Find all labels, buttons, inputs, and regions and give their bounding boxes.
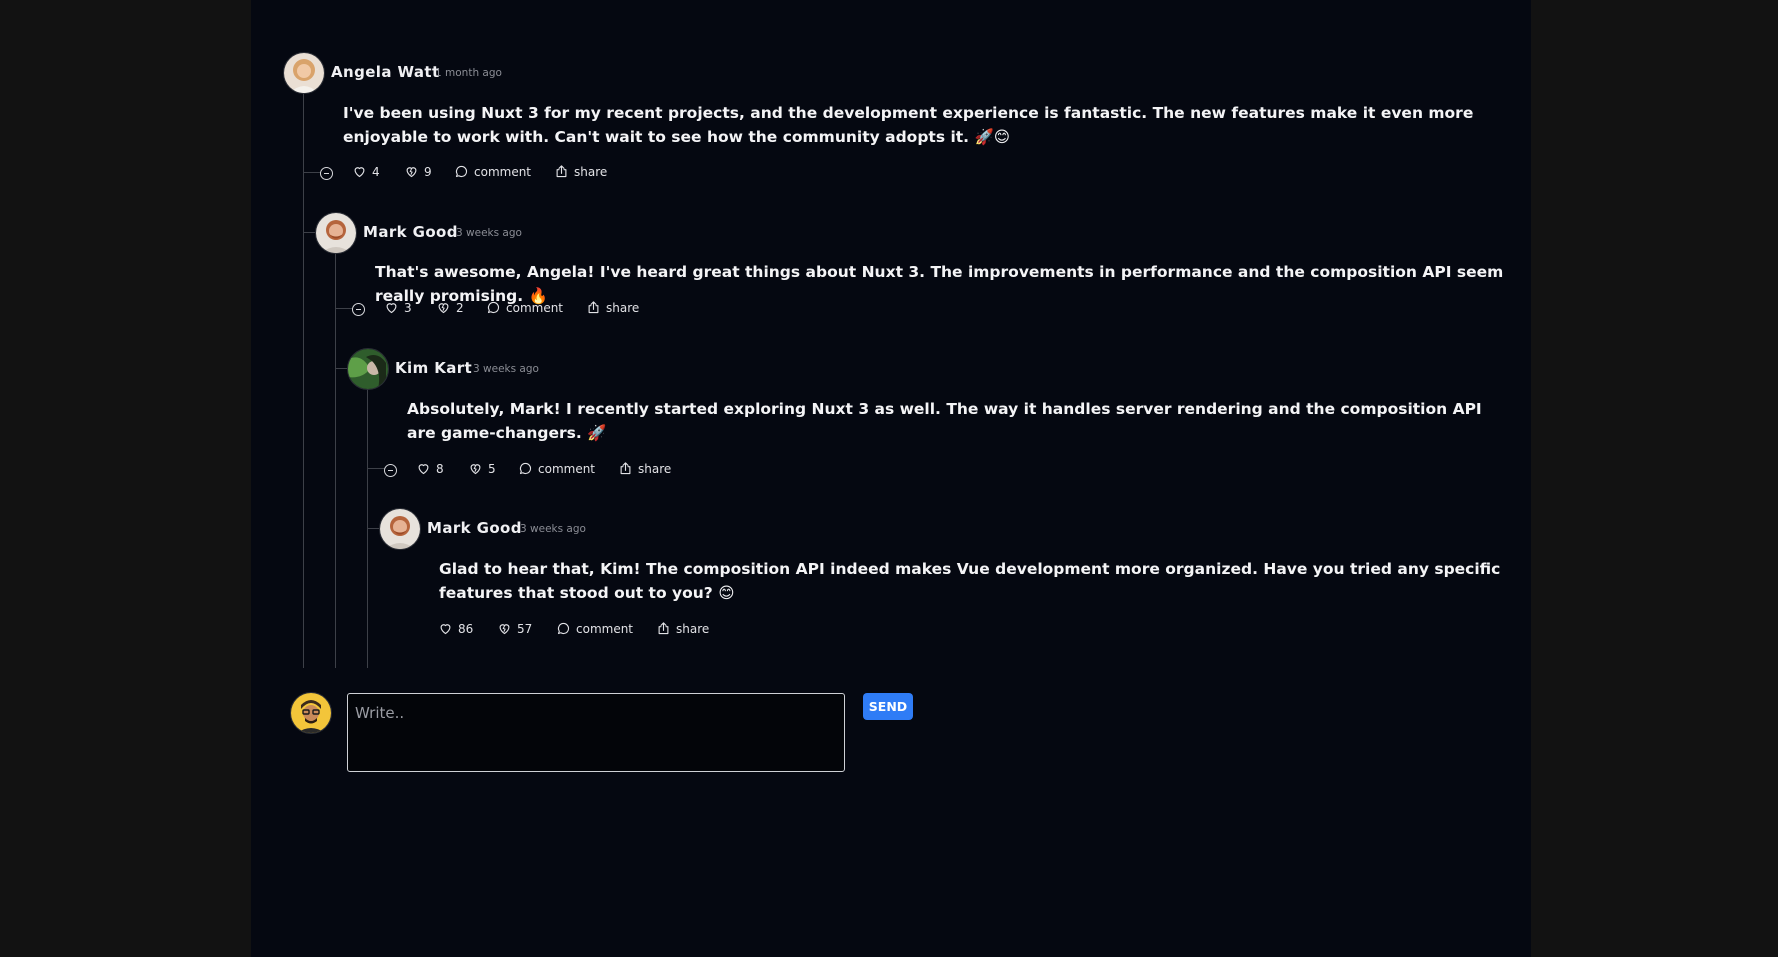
heart-icon	[354, 167, 365, 178]
dislike-button[interactable]: 2	[436, 300, 464, 315]
avatar[interactable]	[315, 212, 357, 254]
like-button[interactable]: 3	[384, 300, 412, 315]
speech-bubble-icon	[487, 301, 500, 314]
heart-crack-icon	[470, 464, 481, 475]
like-button[interactable]: 86	[438, 621, 473, 636]
collapse-minus-icon[interactable]	[320, 167, 333, 180]
send-button[interactable]: SEND	[863, 693, 913, 720]
avatar-mark-image	[316, 213, 356, 253]
dislike-count: 5	[488, 461, 496, 476]
dislike-button[interactable]: 9	[404, 164, 432, 179]
comment-time: 1 month ago	[435, 67, 502, 79]
heart-icon	[418, 464, 429, 475]
comment-label: comment	[474, 164, 532, 179]
avatar-kim-image	[348, 349, 388, 389]
speech-bubble-icon	[455, 165, 468, 178]
like-count: 8	[436, 461, 444, 476]
thread-line	[335, 252, 336, 668]
heart-icon	[440, 624, 451, 635]
comment-text: Absolutely, Mark! I recently started exp…	[407, 400, 1482, 442]
current-user-avatar[interactable]	[290, 692, 332, 734]
like-count: 3	[404, 300, 412, 315]
comment-label: comment	[538, 461, 596, 476]
dislike-count: 9	[424, 164, 432, 179]
share-icon	[620, 462, 631, 475]
thread-line	[303, 92, 304, 668]
dislike-count: 2	[456, 300, 464, 315]
share-label: share	[606, 300, 640, 315]
dislike-button[interactable]: 57	[497, 621, 532, 636]
comment-button[interactable]: comment	[454, 164, 531, 179]
share-label: share	[676, 621, 710, 636]
comment-text: Glad to hear that, Kim! The composition …	[439, 560, 1501, 602]
share-button[interactable]: share	[618, 461, 671, 476]
like-button[interactable]: 4	[352, 164, 380, 179]
share-button[interactable]: share	[656, 621, 709, 636]
heart-crack-icon	[438, 303, 449, 314]
avatar-current-user-image	[291, 693, 331, 733]
comment-time: 3 weeks ago	[473, 363, 539, 375]
comment-button[interactable]: comment	[556, 621, 633, 636]
comment-label: comment	[576, 621, 634, 636]
share-button[interactable]: share	[586, 300, 639, 315]
like-button[interactable]: 8	[416, 461, 444, 476]
avatar[interactable]	[347, 348, 389, 390]
dislike-count: 57	[517, 621, 533, 636]
comment-text: I've been using Nuxt 3 for my recent pro…	[343, 104, 1474, 146]
like-count: 86	[458, 621, 474, 636]
comment-label: comment	[506, 300, 564, 315]
comment-button[interactable]: comment	[486, 300, 563, 315]
thread-branch	[367, 528, 379, 529]
share-icon	[658, 622, 669, 635]
share-icon	[556, 165, 567, 178]
comment-actions: 8 5 comment share	[384, 461, 784, 479]
like-count: 4	[372, 164, 380, 179]
speech-bubble-icon	[519, 462, 532, 475]
comment-author[interactable]: Mark Good	[427, 519, 522, 537]
share-button[interactable]: share	[554, 164, 607, 179]
share-label: share	[638, 461, 672, 476]
thread-branch	[335, 368, 347, 369]
share-icon	[588, 301, 599, 314]
comment-time: 3 weeks ago	[520, 523, 586, 535]
speech-bubble-icon	[557, 622, 570, 635]
comment-actions: 3 2 comment share	[352, 300, 752, 318]
avatar[interactable]	[379, 508, 421, 550]
comment-author[interactable]: Mark Good	[363, 223, 458, 241]
dislike-button[interactable]: 5	[468, 461, 496, 476]
avatar-mark-image	[380, 509, 420, 549]
heart-crack-icon	[499, 624, 510, 635]
comment-actions: 86 57 comment share	[416, 621, 816, 639]
heart-crack-icon	[406, 167, 417, 178]
avatar-angela-image	[284, 53, 324, 93]
collapse-minus-icon[interactable]	[384, 464, 397, 477]
heart-icon	[386, 303, 397, 314]
collapse-minus-icon[interactable]	[352, 303, 365, 316]
share-label: share	[574, 164, 608, 179]
comment-author[interactable]: Angela Watt	[331, 63, 440, 81]
comment-actions: 4 9 comment share	[320, 164, 720, 182]
avatar[interactable]	[283, 52, 325, 94]
comment-input[interactable]	[347, 693, 845, 772]
comment-author[interactable]: Kim Kart	[395, 359, 472, 377]
comment-button[interactable]: comment	[518, 461, 595, 476]
comment-time: 3 weeks ago	[456, 227, 522, 239]
thread-branch	[303, 232, 315, 233]
